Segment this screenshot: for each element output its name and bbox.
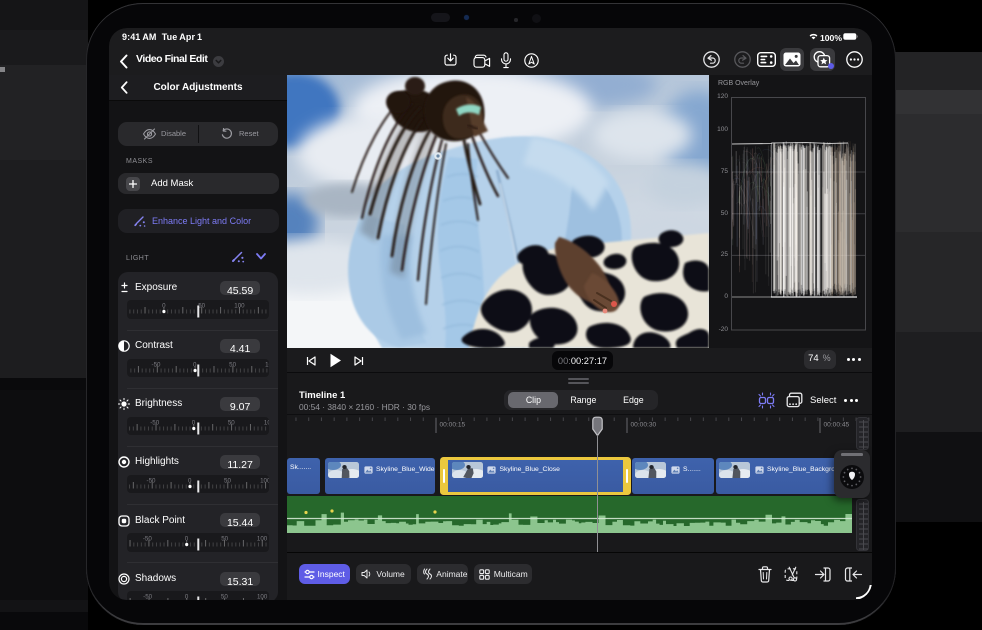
svg-text:-50: -50 xyxy=(151,361,161,368)
svg-text:50: 50 xyxy=(224,477,231,484)
svg-text:-50: -50 xyxy=(142,536,152,543)
svg-text:50: 50 xyxy=(221,536,228,543)
svg-text:50: 50 xyxy=(198,303,205,310)
svg-text:0: 0 xyxy=(191,419,195,426)
svg-text:100: 100 xyxy=(256,594,267,600)
svg-text:50: 50 xyxy=(220,594,227,600)
svg-text:-50: -50 xyxy=(143,594,153,600)
svg-text:0: 0 xyxy=(187,477,191,484)
svg-text:00:00:15: 00:00:15 xyxy=(440,422,466,429)
svg-text:100: 100 xyxy=(265,361,269,368)
svg-text:50: 50 xyxy=(229,361,236,368)
svg-text:-50: -50 xyxy=(150,419,160,426)
svg-text:50: 50 xyxy=(227,419,234,426)
svg-text:00:00:30: 00:00:30 xyxy=(631,422,657,429)
svg-text:100: 100 xyxy=(260,477,269,484)
svg-text:100: 100 xyxy=(234,303,245,310)
svg-text:100: 100 xyxy=(256,536,267,543)
svg-text:0: 0 xyxy=(184,594,188,600)
svg-text:100: 100 xyxy=(263,419,268,426)
svg-text:-50: -50 xyxy=(146,477,156,484)
svg-text:00:00:45: 00:00:45 xyxy=(824,422,850,429)
svg-text:0: 0 xyxy=(184,536,188,543)
svg-text:0: 0 xyxy=(162,303,166,310)
svg-text:0: 0 xyxy=(193,361,197,368)
